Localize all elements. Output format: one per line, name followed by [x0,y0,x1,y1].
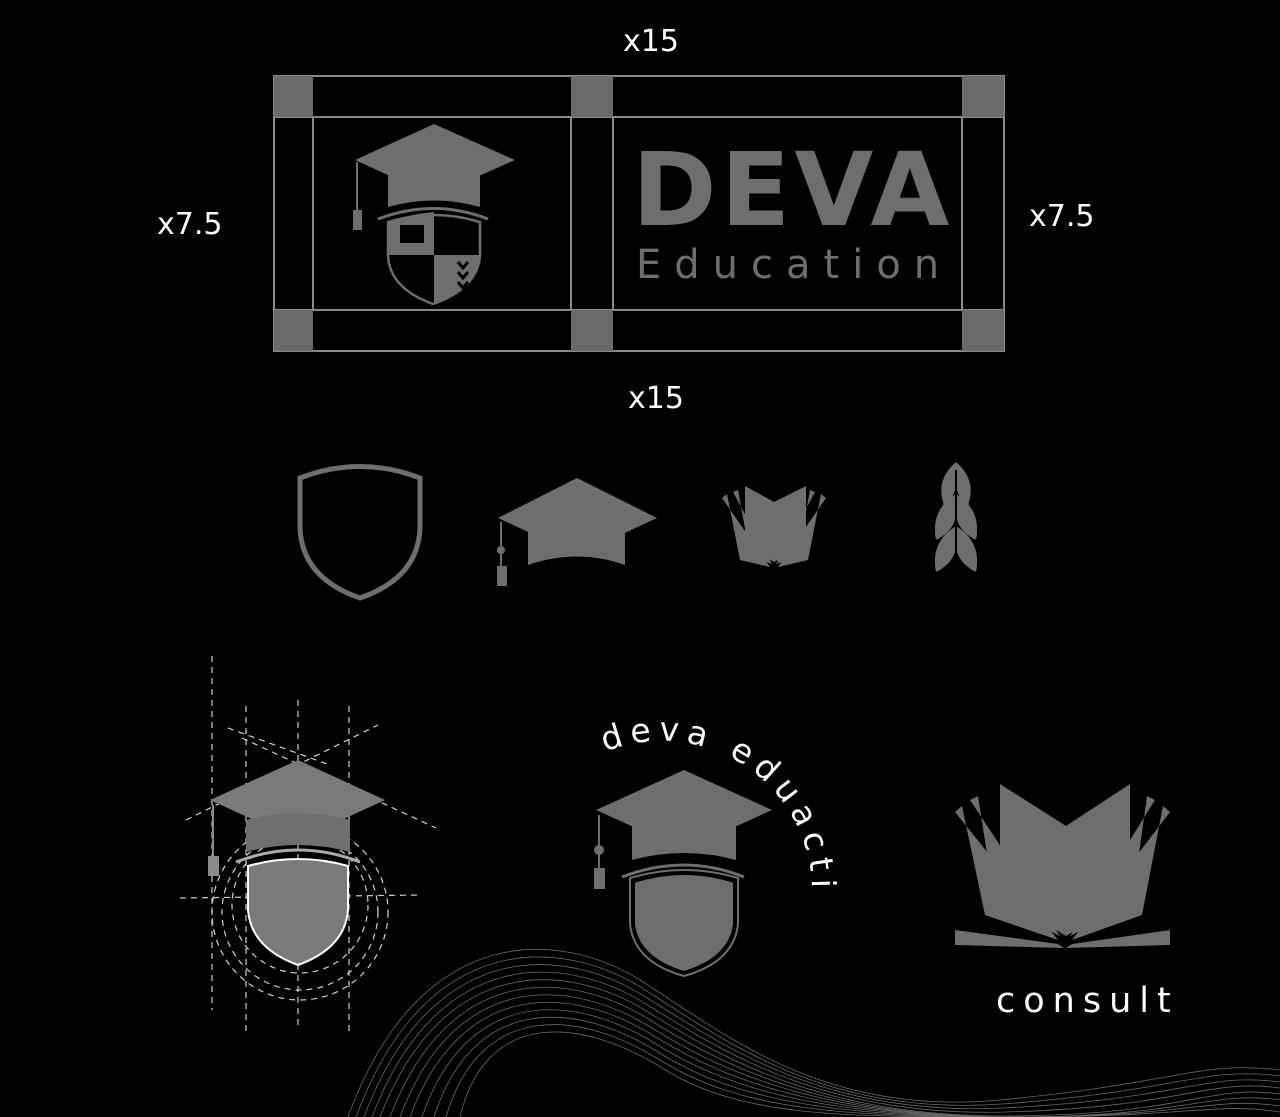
consult-book-icon [955,784,1170,948]
decorative-wave-lines [347,948,1280,1117]
brand-subtitle: Education [636,242,952,288]
wheat-icon [934,462,978,585]
brand-sheet-canvas: DEVA Education deva eduacti [0,0,1280,1117]
consult-caption: consult [996,981,1179,1021]
brand-title: DEVA [632,131,953,250]
shield-icon [297,464,423,601]
badge-emblem [594,770,772,978]
sketch-emblem [208,760,385,967]
open-book-icon [722,486,826,567]
construction-sketch [179,656,437,1035]
logo-emblem [353,124,515,306]
graduation-cap-icon [497,478,657,586]
